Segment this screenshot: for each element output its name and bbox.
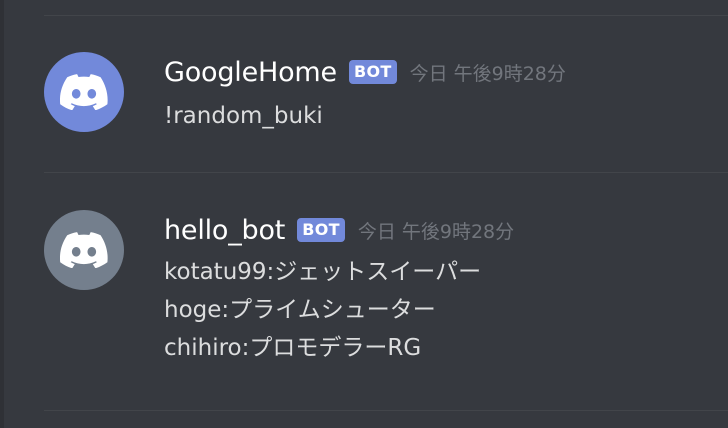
bot-tag: BOT (348, 60, 397, 84)
message-divider (44, 172, 728, 173)
avatar[interactable] (44, 52, 124, 132)
message-line: !random_buki (164, 103, 323, 129)
discord-logo-icon (60, 232, 108, 268)
timestamp[interactable]: 今日 午後9時28分 (358, 217, 514, 244)
message-divider (44, 15, 728, 16)
username[interactable]: GoogleHome (164, 57, 337, 88)
message-content: kotatu99:ジェットスイーパー hoge:プライムシューター chihir… (164, 253, 481, 367)
username[interactable]: hello_bot (164, 215, 285, 246)
message-content: !random_buki (164, 97, 323, 135)
message-line: chihiro:プロモデラーRG (164, 335, 422, 361)
channel-list-edge (0, 0, 4, 428)
message-line: kotatu99:ジェットスイーパー (164, 259, 482, 285)
discord-logo-icon (60, 74, 108, 110)
timestamp[interactable]: 今日 午後9時28分 (410, 59, 566, 86)
message-header: GoogleHome BOT 今日 午後9時28分 (164, 55, 566, 89)
message-line: hoge:プライムシューター (164, 297, 436, 323)
message-divider (44, 410, 728, 411)
avatar[interactable] (44, 210, 124, 290)
bot-tag: BOT (297, 218, 345, 242)
message-header: hello_bot BOT 今日 午後9時28分 (164, 213, 514, 247)
